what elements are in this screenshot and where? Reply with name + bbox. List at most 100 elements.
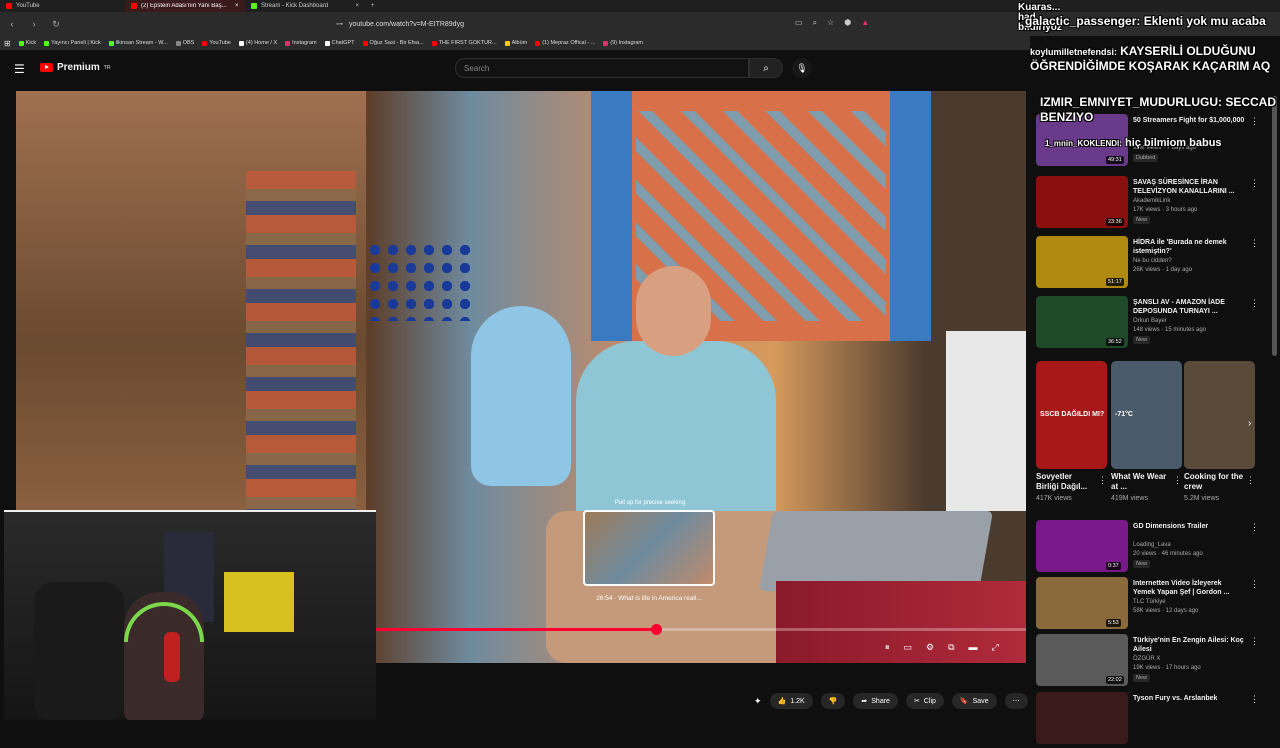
new-tab-button[interactable]: +	[365, 0, 381, 12]
bookmark-item[interactable]: Instagram	[285, 40, 317, 46]
bookmark-item[interactable]: ilkinsan Stream - W...	[108, 40, 168, 46]
star-icon[interactable]: ☆	[827, 18, 834, 28]
back-arrow-icon[interactable]: ‹	[6, 19, 18, 29]
video-title[interactable]: Tyson Fury vs. Arslanbek	[1133, 694, 1245, 703]
like-button[interactable]: 👍 1.2K	[769, 693, 813, 709]
browser-tab[interactable]: Stream - Kick Dashboard ×	[245, 0, 365, 12]
bookmark-label: Kick	[25, 40, 37, 46]
dislike-button[interactable]: 👎	[820, 693, 846, 709]
shorts-title[interactable]: Cooking for the crew	[1184, 472, 1244, 492]
channel-name[interactable]: TLC Türkiye	[1133, 599, 1166, 605]
profile-icon[interactable]: ▲	[861, 18, 869, 28]
seek-preview-thumbnail	[583, 510, 715, 586]
more-vertical-icon[interactable]: ⋮	[1250, 579, 1259, 590]
chat-text: hiç bilmiom babus	[1124, 137, 1222, 149]
search-button[interactable]: ⌕	[749, 58, 783, 78]
more-vertical-icon[interactable]: ⋮	[1250, 636, 1259, 647]
zoom-icon[interactable]: ⌕	[813, 18, 817, 28]
recommended-video[interactable]: Tyson Fury vs. Arslanbek ⋮	[1036, 692, 1266, 748]
shorts-title[interactable]: What We Wear at ...	[1111, 472, 1171, 492]
channel-name[interactable]: Loading_Lava	[1133, 542, 1171, 548]
video-title[interactable]: Internetten Video İzleyerek Yemek Yapan …	[1133, 579, 1245, 597]
reload-icon[interactable]: ↻	[50, 19, 62, 30]
bookmark-item[interactable]: (1) Mepraz Offical - ...	[535, 40, 595, 46]
theater-mode-icon[interactable]: ▬	[969, 642, 978, 652]
share-button[interactable]: ➦ Share	[853, 693, 898, 709]
autoplay-toggle-icon[interactable]: ⏸	[885, 642, 890, 653]
save-button[interactable]: 🔖 Save	[951, 693, 997, 709]
channel-name[interactable]: Orkun Bayer	[1133, 318, 1167, 324]
shorts-next-arrow-icon[interactable]: ›	[1248, 418, 1251, 429]
recommended-video[interactable]: 23:36 SAVAŞ SÜRESİNCE İRAN TELEVİZYON KAN…	[1036, 176, 1266, 232]
screen-icon[interactable]: ▭	[795, 18, 803, 28]
browser-tab[interactable]: YouTube	[0, 0, 125, 12]
recommended-video[interactable]: 22:02 Türkiye'nin En Zengin Ailesi: Koç A…	[1036, 634, 1266, 690]
site-info-icon[interactable]: ⊶	[336, 20, 343, 28]
video-title[interactable]: Türkiye'nin En Zengin Ailesi: Koç Ailesi	[1133, 636, 1245, 654]
video-meta: 20 views · 46 minutes ago	[1133, 551, 1203, 557]
more-vertical-icon[interactable]: ⋮	[1250, 298, 1259, 309]
scrubber-handle[interactable]	[651, 624, 662, 635]
video-thumbnail[interactable]	[1036, 692, 1128, 744]
video-title[interactable]: HİDRA ile 'Burada ne demek istemiştin?'	[1133, 238, 1245, 256]
recommended-video[interactable]: 36:52 ŞANSLI AV - AMAZON İADE DEPOSUNDA T…	[1036, 296, 1266, 352]
more-vertical-icon[interactable]: ⋮	[1250, 694, 1259, 705]
extension-icon[interactable]: ⬢	[844, 18, 851, 28]
more-actions-button[interactable]: ⋯	[1004, 693, 1028, 709]
shorts-item[interactable]: Cooking for the crew 5.2M views ⋮	[1184, 361, 1255, 502]
channel-name[interactable]: Ne bu cidden?	[1133, 258, 1172, 264]
bookmark-item[interactable]: (4) Home / X	[238, 40, 277, 46]
bookmark-item[interactable]: YouTube	[202, 40, 231, 46]
region-code: TR	[103, 64, 111, 71]
clip-button[interactable]: ✂ Clip	[905, 693, 944, 709]
video-title[interactable]: GD Dimensions Trailer	[1133, 522, 1245, 531]
browser-tab-active[interactable]: (2) Epstein Adası'nın Yanı Baş... ×	[125, 0, 245, 12]
chat-username: galactic_passenger:	[1025, 14, 1141, 28]
miniplayer-icon[interactable]: ⧉	[948, 642, 954, 653]
voice-search-button[interactable]: 🎙	[792, 58, 812, 78]
video-scene-man-head	[636, 266, 711, 356]
channel-name[interactable]: ÖZGÜR X	[1133, 656, 1160, 662]
search-input[interactable]: Search	[455, 58, 749, 78]
video-title[interactable]: SAVAŞ SÜRESİNCE İRAN TELEVİZYON KANALLAR…	[1133, 178, 1245, 196]
forward-arrow-icon[interactable]: ›	[28, 19, 40, 29]
gemini-icon[interactable]: ✦	[754, 696, 762, 707]
bookmark-item[interactable]: Yayıncı Paneli | Kick	[44, 40, 101, 46]
subtitles-icon[interactable]: ▭	[904, 642, 913, 653]
more-vertical-icon[interactable]: ⋮	[1250, 522, 1259, 533]
bookmark-item[interactable]: THE FIRST GOKTUR...	[431, 40, 497, 46]
shorts-thumbnail[interactable]	[1184, 361, 1255, 469]
shorts-thumbnail[interactable]: SSCB DAĞILDI MI?	[1036, 361, 1107, 469]
shorts-item[interactable]: SSCB DAĞILDI MI? Sovyetler Birliği Dağıl.…	[1036, 361, 1107, 502]
more-vertical-icon[interactable]: ⋮	[1250, 238, 1259, 249]
bookmark-favicon-icon	[44, 40, 50, 46]
bookmark-item[interactable]: Albüm	[504, 40, 527, 46]
bookmark-item[interactable]: (9) Instagram	[603, 40, 643, 46]
shorts-thumbnail[interactable]: -71°C	[1111, 361, 1182, 469]
fullscreen-icon[interactable]: ⤢	[992, 642, 999, 653]
youtube-premium-logo[interactable]: Premium TR	[40, 62, 110, 73]
settings-gear-icon[interactable]: ⚙	[926, 642, 934, 653]
more-vertical-icon[interactable]: ⋮	[1250, 178, 1259, 189]
apps-icon[interactable]: ⊞	[4, 39, 11, 48]
shorts-title[interactable]: Sovyetler Birliği Dağıl...	[1036, 472, 1096, 492]
shorts-item[interactable]: -71°C What We Wear at ... 419M views ⋮	[1111, 361, 1182, 502]
video-title[interactable]: ŞANSLI AV - AMAZON İADE DEPOSUNDA TURNAY…	[1133, 298, 1245, 316]
close-icon[interactable]: ×	[355, 3, 359, 9]
recommended-video[interactable]: 0:37 GD Dimensions Trailer Loading_Lava 20 …	[1036, 520, 1266, 576]
bookmark-favicon-icon	[285, 40, 291, 46]
recommended-video[interactable]: 51:17 HİDRA ile 'Burada ne demek istemişt…	[1036, 236, 1266, 292]
more-vertical-icon[interactable]: ⋮	[1098, 475, 1107, 486]
more-vertical-icon[interactable]: ⋮	[1173, 475, 1182, 486]
close-icon[interactable]: ×	[235, 3, 239, 9]
browser-actions: ▭ ⌕ ☆ ⬢ ▲	[795, 18, 869, 28]
channel-name[interactable]: AkademikLink	[1133, 198, 1170, 204]
bookmark-item[interactable]: Oğuz Sasi - Bir Efsa...	[362, 40, 424, 46]
bookmark-item[interactable]: OBS	[175, 40, 194, 46]
hamburger-menu-icon[interactable]: ☰	[14, 62, 25, 76]
bookmark-item[interactable]: Kick	[18, 40, 37, 46]
thumbs-up-icon: 👍	[777, 698, 787, 705]
recommended-video[interactable]: 5:53 Internetten Video İzleyerek Yemek Ya…	[1036, 577, 1266, 633]
more-vertical-icon[interactable]: ⋮	[1246, 475, 1255, 486]
bookmark-item[interactable]: ChatGPT	[324, 40, 355, 46]
